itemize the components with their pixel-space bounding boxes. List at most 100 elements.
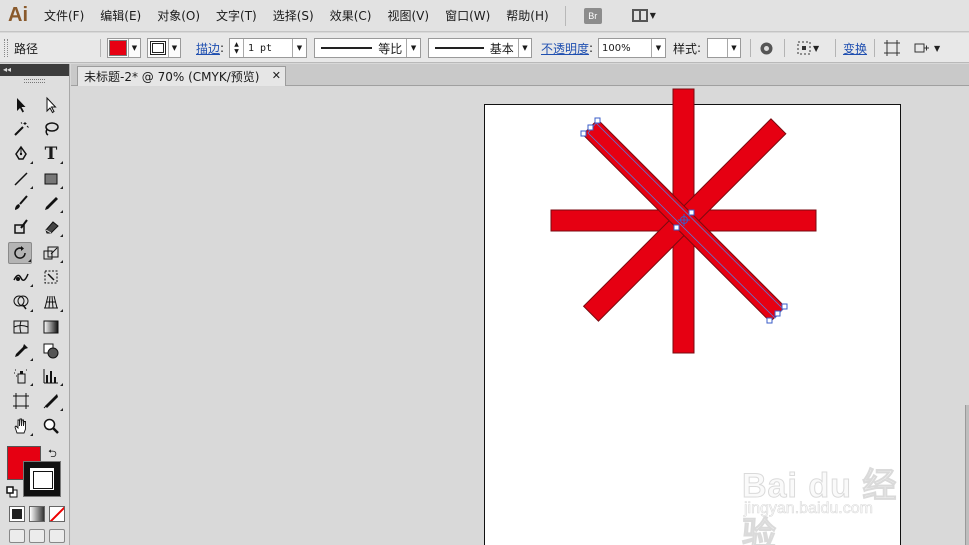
- menu-type[interactable]: 文字(T): [208, 0, 265, 32]
- paintbrush-tool-icon[interactable]: [9, 192, 33, 214]
- width-warp-tool-icon[interactable]: [9, 266, 33, 288]
- chevron-down-icon[interactable]: ▼: [651, 39, 665, 57]
- symbol-sprayer-tool-icon[interactable]: [9, 365, 33, 387]
- none-mode-button[interactable]: [49, 506, 65, 522]
- free-transform-tool-icon[interactable]: [39, 266, 63, 288]
- eyedropper-tool-icon[interactable]: [9, 340, 33, 362]
- workspace-switcher-button[interactable]: ▼: [631, 9, 656, 22]
- stroke-color-dropdown[interactable]: ▼: [147, 38, 181, 58]
- gradient-mode-button[interactable]: [29, 506, 45, 522]
- gradient-tool-icon[interactable]: [39, 316, 63, 338]
- document-tab-title: 未标题-2* @ 70% (CMYK/预览): [84, 70, 260, 84]
- anchor-point: [587, 124, 594, 131]
- hand-tool-icon[interactable]: [9, 415, 33, 437]
- scale-tool-icon[interactable]: [39, 242, 63, 264]
- opacity-link-label: 不透明度: [541, 41, 590, 56]
- mesh-tool-icon[interactable]: [9, 316, 33, 338]
- menu-object[interactable]: 对象(O): [149, 0, 208, 32]
- menu-select[interactable]: 选择(S): [265, 0, 322, 32]
- stepper-icon[interactable]: ▲ ▼: [230, 39, 244, 57]
- control-bar: 路径 ▼ ▼ 描边: ▲ ▼ 1 pt ▼ 等比 ▼ 基本 ▼ 不透明度: 100…: [0, 33, 969, 63]
- perspective-grid-tool-icon[interactable]: [39, 291, 63, 313]
- direct-selection-tool-icon[interactable]: [39, 94, 63, 116]
- blend-tool-icon[interactable]: [39, 340, 63, 362]
- recolor-artwork-button[interactable]: [759, 40, 774, 56]
- separator: [100, 39, 101, 57]
- brush-definition-dropdown[interactable]: 基本 ▼: [428, 38, 532, 58]
- variable-width-profile-dropdown[interactable]: 等比 ▼: [314, 38, 421, 58]
- fill-color-dropdown[interactable]: ▼: [107, 38, 141, 58]
- stroke-panel-link[interactable]: 描边:: [196, 38, 224, 58]
- close-icon[interactable]: ✕: [272, 69, 281, 82]
- rectangle-tool-icon[interactable]: [39, 168, 63, 190]
- artboard-tool-icon[interactable]: [9, 390, 33, 412]
- type-tool-icon[interactable]: T: [39, 143, 63, 165]
- slice-tool-icon[interactable]: [39, 390, 63, 412]
- graphic-style-dropdown[interactable]: ▼: [707, 38, 741, 58]
- chevron-down-icon: ▼: [649, 11, 656, 20]
- app-logo: Ai: [8, 4, 28, 26]
- opacity-value[interactable]: 100%: [599, 43, 651, 54]
- menu-separator: [564, 5, 566, 26]
- isolate-selected-button[interactable]: [884, 40, 900, 56]
- opacity-panel-link[interactable]: 不透明度:: [541, 38, 593, 58]
- stroke-weight-value[interactable]: 1 pt: [244, 43, 292, 54]
- chevron-down-icon[interactable]: ▼: [292, 39, 306, 57]
- menu-edit[interactable]: 编辑(E): [92, 0, 149, 32]
- anchor-point: [766, 317, 773, 324]
- menu-view[interactable]: 视图(V): [379, 0, 437, 32]
- dotted-square-icon: [797, 41, 811, 55]
- stroke-weight-field[interactable]: ▲ ▼ 1 pt ▼: [229, 38, 307, 58]
- magic-wand-tool-icon[interactable]: [9, 118, 33, 140]
- opacity-field[interactable]: 100% ▼: [598, 38, 666, 58]
- color-mode-button[interactable]: [9, 506, 25, 522]
- menu-bar: Ai 文件(F) 编辑(E) 对象(O) 文字(T) 选择(S) 效果(C) 视…: [0, 0, 969, 32]
- line-segment-tool-icon[interactable]: [9, 168, 33, 190]
- column-graph-tool-icon[interactable]: [39, 365, 63, 387]
- chevron-down-icon: ▼: [406, 39, 420, 57]
- menu-window[interactable]: 窗口(W): [437, 0, 498, 32]
- lasso-tool-icon[interactable]: [39, 118, 63, 140]
- swap-fill-stroke-icon[interactable]: ⮌: [48, 445, 57, 464]
- blob-brush-tool-icon[interactable]: [9, 216, 33, 238]
- align-options-button[interactable]: ▼: [797, 40, 819, 56]
- shape-builder-tool-icon[interactable]: [9, 291, 33, 313]
- tools-panel-grip[interactable]: [24, 79, 45, 83]
- menu-effect[interactable]: 效果(C): [322, 0, 380, 32]
- separator: [874, 39, 875, 57]
- eraser-tool-icon[interactable]: [39, 216, 63, 238]
- transform-panel-link[interactable]: 变换: [843, 40, 867, 56]
- isolate-icon: [884, 40, 900, 56]
- tools-panel-header[interactable]: ◂◂: [0, 64, 69, 76]
- anchor-point: [580, 130, 587, 137]
- zoom-tool-icon[interactable]: [39, 415, 63, 437]
- bridge-button[interactable]: Br: [583, 7, 602, 24]
- recolor-icon: [760, 42, 773, 54]
- stroke-color-swatch[interactable]: [24, 462, 60, 496]
- anchor-point: [594, 117, 601, 124]
- chevron-down-icon: ▼: [128, 39, 140, 57]
- rotate-tool-icon[interactable]: [8, 242, 32, 264]
- document-tab[interactable]: 未标题-2* @ 70% (CMYK/预览) ✕: [77, 66, 286, 86]
- menu-file[interactable]: 文件(F): [36, 0, 92, 32]
- pencil-tool-icon[interactable]: [39, 192, 63, 214]
- draw-behind-button[interactable]: [29, 529, 45, 543]
- chevron-down-icon: ▼: [726, 39, 740, 57]
- pen-tool-icon[interactable]: [9, 143, 33, 165]
- document-tab-bar: 未标题-2* @ 70% (CMYK/预览) ✕: [71, 64, 969, 86]
- asterisk-artwork[interactable]: [71, 87, 969, 545]
- chevron-down-icon: ▼: [517, 39, 531, 57]
- control-bar-grip[interactable]: [4, 39, 8, 57]
- line-preview: [435, 47, 484, 49]
- fill-swatch: [109, 40, 127, 56]
- draw-inside-button[interactable]: [49, 529, 65, 543]
- line-preview: [321, 47, 373, 49]
- vertical-scrollbar[interactable]: [965, 405, 969, 545]
- document-canvas[interactable]: [71, 87, 969, 545]
- default-fill-stroke-icon[interactable]: [6, 486, 18, 498]
- brush-label: 基本: [489, 41, 514, 56]
- selection-tool-icon[interactable]: [9, 94, 33, 116]
- menu-help[interactable]: 帮助(H): [498, 0, 556, 32]
- arrange-documents-button[interactable]: ▼: [914, 40, 940, 56]
- draw-normal-button[interactable]: [9, 529, 25, 543]
